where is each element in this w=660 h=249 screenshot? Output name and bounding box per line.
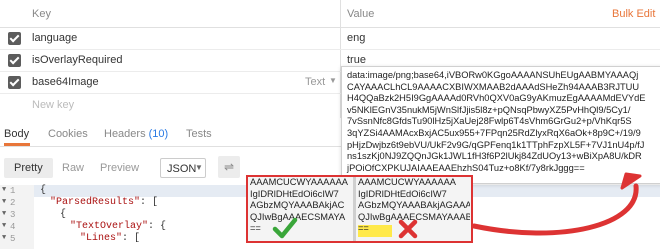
header-value: Value [347,8,375,20]
comparison-overlay: AAAMCUCWYAAAAAA IgIDRlDHtEdOi6cIW7 AGbzM… [246,175,473,243]
overlay-correct-ending: AAAMCUCWYAAAAAA IgIDRlDHtEdOi6cIW7 AGbzM… [250,177,352,241]
preview-button[interactable]: Preview [90,158,149,178]
raw-button[interactable]: Raw [52,158,94,178]
base64-line: H4QQaBzk2H5I9GgAAAAd0RVh0QXV0aG9yAKmuzEg… [347,93,646,104]
overlay-line: QJIwBgAAAECSMAYA [250,211,346,222]
tab-headers-label: Headers [104,128,146,140]
param-key[interactable]: base64Image [32,76,99,88]
overlay-separator [353,177,356,241]
tab-tests[interactable]: Tests [186,128,212,140]
param-value[interactable]: eng [347,32,365,44]
overlay-line: AAAMCUCWYAAAAAA [358,177,456,187]
json-key: "ParsedResults" [50,197,141,208]
overlay-line: AGbzMQYAAABAkjAGAAA [358,200,470,211]
json-punct: : [ [122,233,141,244]
wrap-lines-icon[interactable]: ⇌ [218,156,240,178]
param-row-language: language eng [0,28,660,50]
code-line: "Lines": [ [80,233,140,244]
tab-headers[interactable]: Headers (10) [104,128,168,140]
active-tab-underline [4,143,30,146]
fold-icon[interactable]: ▼ [2,198,6,206]
fold-icon[interactable]: ▼ [2,234,6,242]
overlay-line: AAAMCUCWYAAAAAA [250,177,348,187]
pretty-button[interactable]: Pretty [4,158,53,178]
headers-count: (10) [148,128,169,140]
fold-icon[interactable]: ▼ [2,210,6,218]
chevron-down-icon[interactable]: ▼ [329,76,337,85]
bulk-edit-link[interactable]: Bulk Edit [612,8,655,20]
line-number: 1 [10,186,16,196]
code-line: "ParsedResults": [ [50,197,158,208]
json-key: "Lines" [80,233,123,244]
base64-line: jPOiOfCXPKUJAIAAEAAEhzhS04Tuz+o8Kf/7y8rk… [347,162,585,173]
param-value[interactable]: true [347,54,366,66]
x-mark-icon [398,219,418,239]
overlay-line: == [250,223,261,234]
base64-line: CAYAAACLhCL9AAAACXBIWXMAAB2dAAAdSHeZh94A… [347,81,640,92]
checkmark-icon [272,217,298,239]
line-number: 5 [10,234,16,244]
fold-icon[interactable]: ▼ [2,186,6,194]
tab-cookies[interactable]: Cookies [48,128,88,140]
overlay-line: AGbzMQYAAABAkjAC [250,200,345,211]
tab-body[interactable]: Body [4,128,29,140]
fold-icon[interactable]: ▼ [2,222,6,230]
base64-line: ns1szKj0NJ9ZQQnJGk1JWL1fH3f6P2lUkj84ZdUO… [347,151,642,162]
base64-line: data:image/png;base64,iVBORw0KGgoAAAANSU… [347,70,639,80]
json-punct: : [ [140,197,159,208]
checkbox[interactable] [8,32,21,45]
line-number: 4 [10,222,16,232]
code-line: "TextOverlay": { [70,221,166,232]
json-punct: : { [148,221,167,232]
param-key[interactable]: language [32,32,77,44]
line-number: 2 [10,198,16,208]
type-select[interactable]: Text [305,76,325,88]
json-key: "TextOverlay" [70,221,149,232]
header-key: Key [32,8,51,20]
overlay-line: IgIDRlDHtEdOi6cIW7 [250,188,339,199]
code-line: { [60,209,67,220]
base64-line: pHjzDwjbz6t9ebVU/UkF2v9G/qGPFenq1k1TTphF… [347,139,645,150]
overlay-line: IgIDRlDHtEdOi6cIW7 [358,188,447,199]
checkbox[interactable] [8,54,21,67]
checkbox[interactable] [8,76,21,89]
new-key-input[interactable]: New key [32,99,74,111]
base64-line: 3qYZSi4AAMAcxBxjAC5ux955+7FPqn25RdZlyxRq… [347,127,641,138]
chevron-down-icon[interactable]: ▼ [195,163,203,172]
code-line: { [40,185,47,196]
params-header: Key Value Bulk Edit [0,0,660,28]
base64-line: v5NKlEGnV35nukM5jWnSlfJjis5l8z+pQNsqPbwy… [347,104,631,115]
param-key[interactable]: isOverlayRequired [32,54,122,66]
base64-value-field[interactable]: data:image/png;base64,iVBORw0KGgoAAAANSU… [341,66,660,184]
line-number: 3 [10,210,16,220]
base64-line: 7vSsnNfc8GfdsTu90lHz5jXaUej28Fwlp6T4sVhm… [347,116,632,127]
